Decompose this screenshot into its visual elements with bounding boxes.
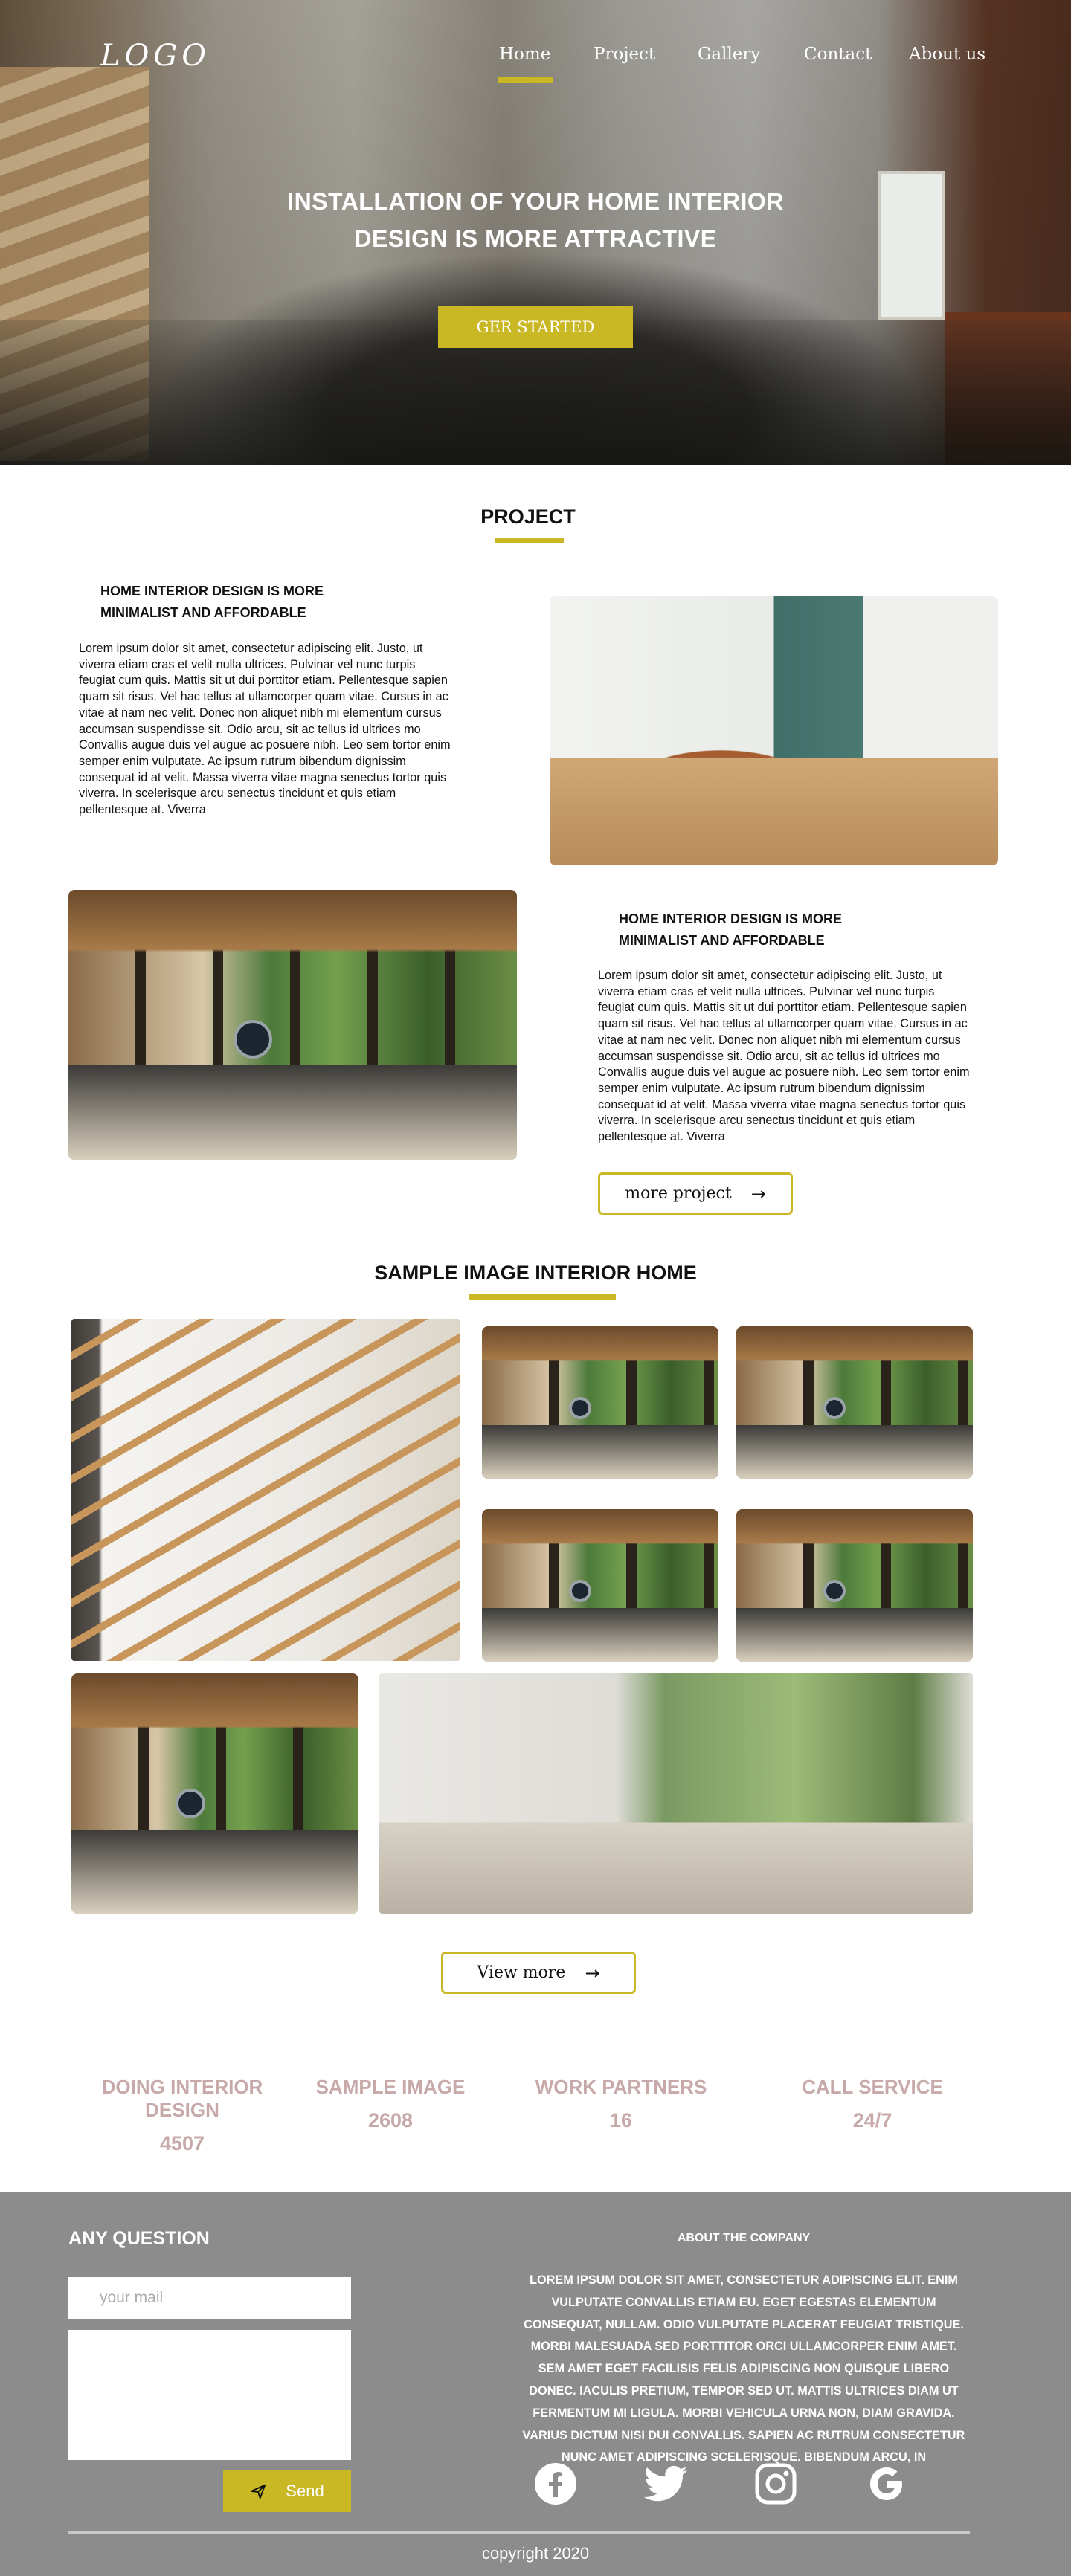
stat-call-service: CALL SERVICE 24/7 [779, 2076, 965, 2132]
arrow-right-icon: → [585, 1962, 600, 1983]
gallery-stairs-image[interactable] [71, 1319, 460, 1661]
porch-floor-decor [71, 1673, 358, 1914]
porch-floor-decor [482, 1326, 718, 1479]
project2-heading: HOME INTERIOR DESIGN IS MORE MINIMALIST … [619, 908, 916, 952]
living-room-image [550, 596, 998, 865]
view-more-button[interactable]: View more → [441, 1952, 636, 1994]
instagram-icon[interactable] [754, 2462, 797, 2505]
nav-home[interactable]: Home [499, 45, 550, 64]
gallery-section-title: SAMPLE IMAGE INTERIOR HOME [374, 1262, 697, 1284]
project2-body: Lorem ipsum dolor sit amet, consectetur … [598, 969, 970, 1144]
gallery-porch-image-3[interactable] [482, 1509, 718, 1662]
site-logo[interactable]: LOGO [100, 39, 210, 73]
nav-contact[interactable]: Contact [804, 45, 872, 64]
stat-value: 4507 [159, 2132, 205, 2154]
stat-interior-design: DOING INTERIOR DESIGN 4507 [74, 2076, 290, 2155]
gallery-porch-image-1[interactable] [482, 1326, 718, 1479]
gallery-porch-image-2[interactable] [736, 1326, 973, 1479]
stat-label: CALL SERVICE [802, 2076, 943, 2098]
gallery-porch-image-4[interactable] [736, 1509, 973, 1662]
hero-title-line1: INSTALLATION OF YOUR HOME INTERIOR [287, 188, 784, 215]
stat-sample-image: SAMPLE IMAGE 2608 [298, 2076, 483, 2132]
porch-image [68, 890, 517, 1160]
stat-work-partners: WORK PARTNERS 16 [528, 2076, 714, 2132]
google-icon[interactable] [864, 2462, 907, 2505]
gallery-title-underline [469, 1294, 616, 1300]
porch-floor-decor [482, 1509, 718, 1662]
gallery-porch-image-5[interactable] [71, 1673, 358, 1914]
gallery-lounge-image[interactable] [379, 1673, 973, 1914]
more-project-button[interactable]: more project → [598, 1172, 793, 1215]
copyright-text: copyright 2020 [481, 2544, 590, 2563]
clock-decor [823, 1397, 846, 1419]
clock-decor [823, 1580, 846, 1602]
get-started-button[interactable]: GER STARTED [438, 306, 633, 348]
arrow-right-icon: → [750, 1183, 766, 1204]
mail-input[interactable] [68, 2277, 351, 2319]
project1-heading-line1: HOME INTERIOR DESIGN IS MORE [100, 584, 324, 598]
send-icon [250, 2483, 266, 2499]
nav-active-indicator [498, 77, 553, 83]
porch-floor-decor [736, 1326, 973, 1479]
project1-heading-line2: MINIMALIST AND AFFORDABLE [100, 605, 306, 620]
stat-value: 24/7 [852, 2109, 892, 2131]
stat-label: WORK PARTNERS [535, 2076, 707, 2098]
project2-heading-line2: MINIMALIST AND AFFORDABLE [619, 933, 825, 948]
message-textarea[interactable] [68, 2330, 351, 2460]
clock-decor [176, 1789, 205, 1818]
project-section-title: PROJECT [480, 506, 576, 528]
send-button[interactable]: Send [223, 2470, 351, 2512]
stat-value: 2608 [367, 2109, 414, 2131]
nav-about-us[interactable]: About us [909, 45, 985, 64]
project1-heading: HOME INTERIOR DESIGN IS MORE MINIMALIST … [100, 581, 398, 624]
project1-body: Lorem ipsum dolor sit amet, consectetur … [79, 642, 451, 817]
footer-divider [68, 2531, 970, 2534]
view-more-label: View more [477, 1963, 566, 1982]
project2-heading-line1: HOME INTERIOR DESIGN IS MORE [619, 911, 843, 926]
hero-title: INSTALLATION OF YOUR HOME INTERIOR DESIG… [0, 183, 1071, 257]
porch-floor-decor [68, 890, 517, 1160]
any-question-title: ANY QUESTION [68, 2228, 210, 2249]
clock-decor [569, 1397, 591, 1419]
nav-gallery[interactable]: Gallery [698, 45, 760, 64]
nav-project[interactable]: Project [594, 45, 655, 64]
clock-decor [569, 1580, 591, 1602]
send-label: Send [286, 2482, 324, 2500]
hero-title-line2: DESIGN IS MORE ATTRACTIVE [354, 225, 717, 252]
stat-label: SAMPLE IMAGE [315, 2076, 466, 2098]
clock-decor [234, 1020, 272, 1059]
porch-floor-decor [736, 1509, 973, 1662]
about-company-title: ABOUT THE COMPANY [677, 2232, 811, 2244]
stat-value: 16 [609, 2109, 633, 2131]
stat-label: DOING INTERIOR DESIGN [101, 2076, 263, 2121]
twitter-icon[interactable] [644, 2462, 687, 2505]
about-company-text: LOREM IPSUM DOLOR SIT AMET, CONSECTETUR … [522, 2273, 965, 2464]
project-title-underline [495, 538, 564, 543]
more-project-label: more project [625, 1184, 732, 1203]
facebook-icon[interactable] [534, 2462, 577, 2505]
